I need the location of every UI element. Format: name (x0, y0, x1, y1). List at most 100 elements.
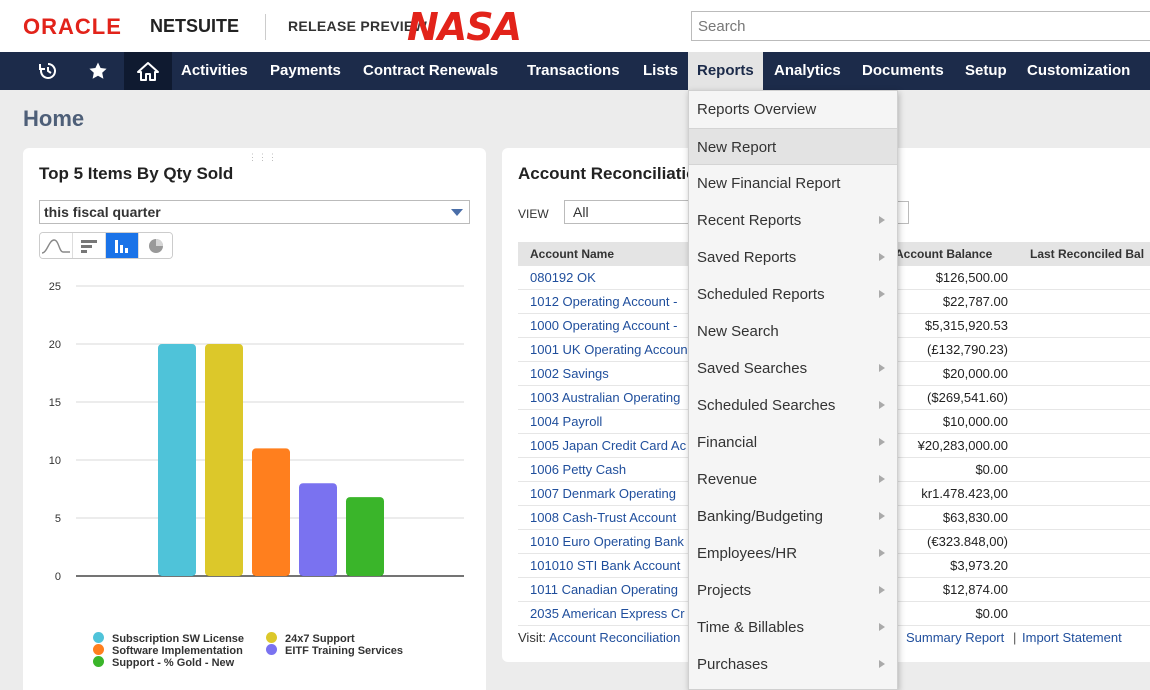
menu-item-projects[interactable]: Projects (689, 572, 897, 609)
nav-setup[interactable]: Setup (965, 52, 1007, 90)
nav-lists[interactable]: Lists (643, 52, 678, 90)
menu-item-scheduled-searches[interactable]: Scheduled Searches (689, 387, 897, 424)
account-name-link[interactable]: 1012 Operating Account - (530, 294, 677, 309)
y-tick-label: 0 (55, 571, 61, 583)
account-balance: (€323.848,00) (927, 534, 1008, 549)
menu-item-revenue[interactable]: Revenue (689, 461, 897, 498)
menu-item-employees-hr[interactable]: Employees/HR (689, 535, 897, 572)
line-chart-icon[interactable] (40, 233, 73, 258)
period-value: this fiscal quarter (44, 204, 161, 220)
nav-analytics[interactable]: Analytics (774, 52, 841, 90)
chevron-down-icon (451, 209, 463, 216)
menu-item-label: New Report (697, 139, 777, 156)
drag-handle-icon[interactable]: ⋮⋮⋮ (248, 152, 278, 163)
nasa-logo: NASA (407, 5, 522, 49)
account-name-link[interactable]: 1010 Euro Operating Bank (530, 534, 684, 549)
period-select[interactable]: this fiscal quarter (39, 200, 470, 224)
pie-chart-icon[interactable] (139, 233, 172, 258)
account-name-link[interactable]: 1008 Cash-Trust Account (530, 510, 676, 525)
import-statement-link[interactable]: Import Statement (1022, 630, 1122, 645)
menu-item-saved-searches[interactable]: Saved Searches (689, 350, 897, 387)
account-name-link[interactable]: 1011 Canadian Operating (530, 582, 678, 597)
account-name-link[interactable]: 2035 American Express Cr (530, 606, 685, 621)
legend-swatch (266, 644, 277, 655)
menu-item-scheduled-reports[interactable]: Scheduled Reports (689, 276, 897, 313)
account-balance: $63,830.00 (942, 510, 1008, 525)
chevron-right-icon (879, 475, 885, 483)
bar[interactable] (299, 483, 337, 576)
account-name-link[interactable]: 1000 Operating Account - (530, 318, 677, 333)
menu-item-label: Saved Reports (697, 249, 797, 266)
menu-item-banking-budgeting[interactable]: Banking/Budgeting (689, 498, 897, 535)
account-balance: $5,315,920.53 (924, 318, 1008, 333)
menu-item-label: Financial (697, 434, 758, 451)
global-search-input[interactable] (691, 11, 1150, 41)
account-name-link[interactable]: 1007 Denmark Operating (530, 486, 676, 501)
nav-customization[interactable]: Customization (1027, 52, 1130, 90)
horizontal-bar-icon[interactable] (73, 233, 106, 258)
bar[interactable] (252, 448, 290, 576)
legend-item[interactable]: EITF Training Services (266, 644, 403, 657)
menu-item-purchases[interactable]: Purchases (689, 646, 897, 683)
nav-activities[interactable]: Activities (181, 52, 248, 90)
chevron-right-icon (879, 401, 885, 409)
menu-item-label: Banking/Budgeting (697, 508, 823, 525)
legend-swatch (266, 632, 277, 643)
nav-contract-renewals[interactable]: Contract Renewals (363, 52, 498, 90)
favorites-star-icon[interactable] (80, 52, 116, 90)
nav-transactions[interactable]: Transactions (527, 52, 620, 90)
menu-item-financial[interactable]: Financial (689, 424, 897, 461)
bar[interactable] (158, 344, 196, 576)
account-reconciliation-link[interactable]: Account Reconciliation (549, 630, 681, 645)
menu-item-label: Reports Overview (697, 101, 817, 118)
netsuite-logo[interactable]: NETSUITE (150, 16, 239, 37)
bar[interactable] (205, 344, 243, 576)
menu-item-label: New Financial Report (697, 175, 841, 192)
chevron-right-icon (879, 364, 885, 372)
account-name-link[interactable]: 1001 UK Operating Accoun (530, 342, 688, 357)
summary-report-link[interactable]: Summary Report (906, 630, 1004, 645)
chevron-right-icon (879, 549, 885, 557)
account-name-link[interactable]: 1005 Japan Credit Card Ac (530, 438, 686, 453)
bar[interactable] (346, 497, 384, 576)
account-name-link[interactable]: 080192 OK (530, 270, 596, 285)
account-name-link[interactable]: 1003 Australian Operating (530, 390, 680, 405)
menu-item-recent-reports[interactable]: Recent Reports (689, 202, 897, 239)
menu-item-saved-reports[interactable]: Saved Reports (689, 239, 897, 276)
menu-item-new-financial-report[interactable]: New Financial Report (689, 165, 897, 202)
menu-item-new-report[interactable]: New Report (689, 128, 897, 165)
nav-payments[interactable]: Payments (270, 52, 341, 90)
account-balance: ¥20,283,000.00 (917, 438, 1008, 453)
legend-item[interactable]: Support - % Gold - New (93, 656, 234, 669)
menu-item-new-search[interactable]: New Search (689, 313, 897, 350)
recent-records-icon[interactable] (30, 52, 66, 90)
col-account-balance[interactable]: Account Balance (895, 247, 992, 261)
bar-chart-icon[interactable] (106, 233, 139, 258)
top-items-bar-chart: 0 5 10 15 20 25 (49, 281, 464, 583)
col-account-name[interactable]: Account Name (530, 247, 614, 261)
nav-documents[interactable]: Documents (862, 52, 944, 90)
account-balance: $22,787.00 (942, 294, 1008, 309)
account-name-link[interactable]: 1004 Payroll (530, 414, 602, 429)
y-tick-label: 10 (49, 455, 61, 467)
visit-label: Visit: (518, 630, 546, 645)
view-select[interactable]: All (564, 200, 694, 224)
account-name-link[interactable]: 101010 STI Bank Account (530, 558, 680, 573)
chevron-right-icon (879, 253, 885, 261)
legend-swatch (93, 632, 104, 643)
menu-item-reports-overview[interactable]: Reports Overview (689, 91, 897, 128)
nav-reports[interactable]: Reports (688, 52, 763, 90)
account-balance: ($269,541.60) (927, 390, 1008, 405)
oracle-logo[interactable]: ORACLE (23, 14, 122, 40)
home-icon[interactable] (124, 52, 172, 90)
y-tick-label: 5 (55, 513, 61, 525)
account-name-link[interactable]: 1006 Petty Cash (530, 462, 626, 477)
legend-swatch (93, 656, 104, 667)
account-name-link[interactable]: 1002 Savings (530, 366, 609, 381)
menu-item-label: Scheduled Searches (697, 397, 836, 414)
menu-item-label: New Search (697, 323, 779, 340)
menu-item-label: Scheduled Reports (697, 286, 825, 303)
menu-item-time-billables[interactable]: Time & Billables (689, 609, 897, 646)
col-last-reconciled[interactable]: Last Reconciled Bal (1030, 247, 1144, 261)
y-tick-label: 25 (49, 281, 61, 293)
